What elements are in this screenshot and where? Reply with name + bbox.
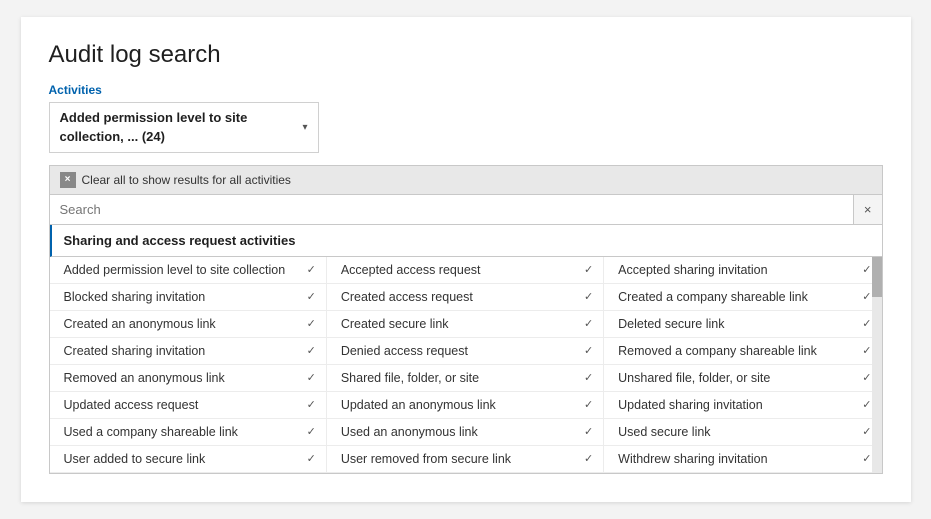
activity-item[interactable]: Removed an anonymous link ✓ bbox=[50, 365, 327, 392]
activity-label: Updated access request bbox=[64, 398, 199, 412]
clear-label: Clear all to show results for all activi… bbox=[82, 173, 291, 187]
activity-label: Deleted secure link bbox=[618, 317, 724, 331]
activities-grid: Added permission level to site collectio… bbox=[50, 257, 882, 473]
checkmark-icon: ✓ bbox=[862, 344, 871, 357]
checkmark-icon: ✓ bbox=[307, 398, 316, 411]
activity-item[interactable]: Updated sharing invitation ✓ bbox=[604, 392, 881, 419]
scrollbar-track[interactable] bbox=[872, 257, 882, 473]
search-input[interactable] bbox=[50, 195, 853, 224]
activity-item[interactable]: Added permission level to site collectio… bbox=[50, 257, 327, 284]
checkmark-icon: ✓ bbox=[307, 317, 316, 330]
activity-item[interactable]: Updated access request ✓ bbox=[50, 392, 327, 419]
activity-label: Blocked sharing invitation bbox=[64, 290, 206, 304]
activity-label: Denied access request bbox=[341, 344, 468, 358]
activity-item[interactable]: Created an anonymous link ✓ bbox=[50, 311, 327, 338]
activity-label: Created secure link bbox=[341, 317, 449, 331]
checkmark-icon: ✓ bbox=[584, 425, 593, 438]
activity-item[interactable]: Created access request ✓ bbox=[327, 284, 604, 311]
activity-item[interactable]: User added to secure link ✓ bbox=[50, 446, 327, 473]
activity-item[interactable]: Deleted secure link ✓ bbox=[604, 311, 881, 338]
checkmark-icon: ✓ bbox=[584, 398, 593, 411]
activity-item[interactable]: Used a company shareable link ✓ bbox=[50, 419, 327, 446]
checkmark-icon: ✓ bbox=[862, 398, 871, 411]
activity-item[interactable]: Accepted access request ✓ bbox=[327, 257, 604, 284]
activity-label: Removed an anonymous link bbox=[64, 371, 225, 385]
activity-label: User removed from secure link bbox=[341, 452, 511, 466]
search-clear-icon[interactable]: × bbox=[853, 195, 882, 224]
checkmark-icon: ✓ bbox=[307, 344, 316, 357]
activity-item[interactable]: Removed a company shareable link ✓ bbox=[604, 338, 881, 365]
checkmark-icon: ✓ bbox=[584, 317, 593, 330]
activity-item[interactable]: Denied access request ✓ bbox=[327, 338, 604, 365]
activity-label: Withdrew sharing invitation bbox=[618, 452, 767, 466]
checkmark-icon: ✓ bbox=[862, 317, 871, 330]
activity-label: Accepted sharing invitation bbox=[618, 263, 767, 277]
checkmark-icon: ✓ bbox=[584, 290, 593, 303]
activity-label: Created sharing invitation bbox=[64, 344, 206, 358]
clear-bar: × Clear all to show results for all acti… bbox=[50, 166, 882, 195]
checkmark-icon: ✓ bbox=[862, 452, 871, 465]
activity-label: Unshared file, folder, or site bbox=[618, 371, 770, 385]
dropdown-text: Added permission level to site collectio… bbox=[60, 109, 295, 145]
checkmark-icon: ✓ bbox=[862, 263, 871, 276]
filter-panel: × Clear all to show results for all acti… bbox=[49, 165, 883, 474]
clear-x-button[interactable]: × bbox=[60, 172, 76, 188]
activity-item[interactable]: Blocked sharing invitation ✓ bbox=[50, 284, 327, 311]
activity-label: Accepted access request bbox=[341, 263, 481, 277]
activity-item[interactable]: Used secure link ✓ bbox=[604, 419, 881, 446]
scrollbar-thumb[interactable] bbox=[872, 257, 882, 297]
checkmark-icon: ✓ bbox=[584, 344, 593, 357]
activity-item[interactable]: Unshared file, folder, or site ✓ bbox=[604, 365, 881, 392]
activity-item[interactable]: Created a company shareable link ✓ bbox=[604, 284, 881, 311]
activities-label: Activities bbox=[49, 83, 883, 97]
checkmark-icon: ✓ bbox=[584, 263, 593, 276]
activity-label: Removed a company shareable link bbox=[618, 344, 817, 358]
activity-item[interactable]: Withdrew sharing invitation ✓ bbox=[604, 446, 881, 473]
category-header: Sharing and access request activities bbox=[50, 225, 882, 257]
activity-label: Created an anonymous link bbox=[64, 317, 216, 331]
activity-label: User added to secure link bbox=[64, 452, 206, 466]
checkmark-icon: ✓ bbox=[862, 425, 871, 438]
checkmark-icon: ✓ bbox=[862, 371, 871, 384]
search-bar: × bbox=[50, 195, 882, 225]
chevron-down-icon: ▾ bbox=[302, 122, 307, 133]
page-container: Audit log search Activities Added permis… bbox=[21, 17, 911, 501]
activity-item[interactable]: Accepted sharing invitation ✓ bbox=[604, 257, 881, 284]
activity-item[interactable]: Created secure link ✓ bbox=[327, 311, 604, 338]
activity-label: Used a company shareable link bbox=[64, 425, 238, 439]
checkmark-icon: ✓ bbox=[307, 371, 316, 384]
activity-label: Shared file, folder, or site bbox=[341, 371, 479, 385]
activities-dropdown[interactable]: Added permission level to site collectio… bbox=[49, 102, 319, 152]
activity-label: Updated sharing invitation bbox=[618, 398, 763, 412]
activity-item[interactable]: Created sharing invitation ✓ bbox=[50, 338, 327, 365]
activity-item[interactable]: Updated an anonymous link ✓ bbox=[327, 392, 604, 419]
activity-label: Used an anonymous link bbox=[341, 425, 478, 439]
activity-label: Used secure link bbox=[618, 425, 710, 439]
checkmark-icon: ✓ bbox=[584, 452, 593, 465]
checkmark-icon: ✓ bbox=[307, 425, 316, 438]
activity-item[interactable]: User removed from secure link ✓ bbox=[327, 446, 604, 473]
activity-item[interactable]: Used an anonymous link ✓ bbox=[327, 419, 604, 446]
checkmark-icon: ✓ bbox=[307, 452, 316, 465]
checkmark-icon: ✓ bbox=[584, 371, 593, 384]
checkmark-icon: ✓ bbox=[862, 290, 871, 303]
checkmark-icon: ✓ bbox=[307, 290, 316, 303]
activity-label: Created a company shareable link bbox=[618, 290, 808, 304]
activities-panel: Added permission level to site collectio… bbox=[50, 257, 882, 473]
activity-item[interactable]: Shared file, folder, or site ✓ bbox=[327, 365, 604, 392]
checkmark-icon: ✓ bbox=[307, 263, 316, 276]
page-title: Audit log search bbox=[49, 41, 883, 69]
activity-label: Added permission level to site collectio… bbox=[64, 263, 286, 277]
activity-label: Created access request bbox=[341, 290, 473, 304]
activity-label: Updated an anonymous link bbox=[341, 398, 496, 412]
